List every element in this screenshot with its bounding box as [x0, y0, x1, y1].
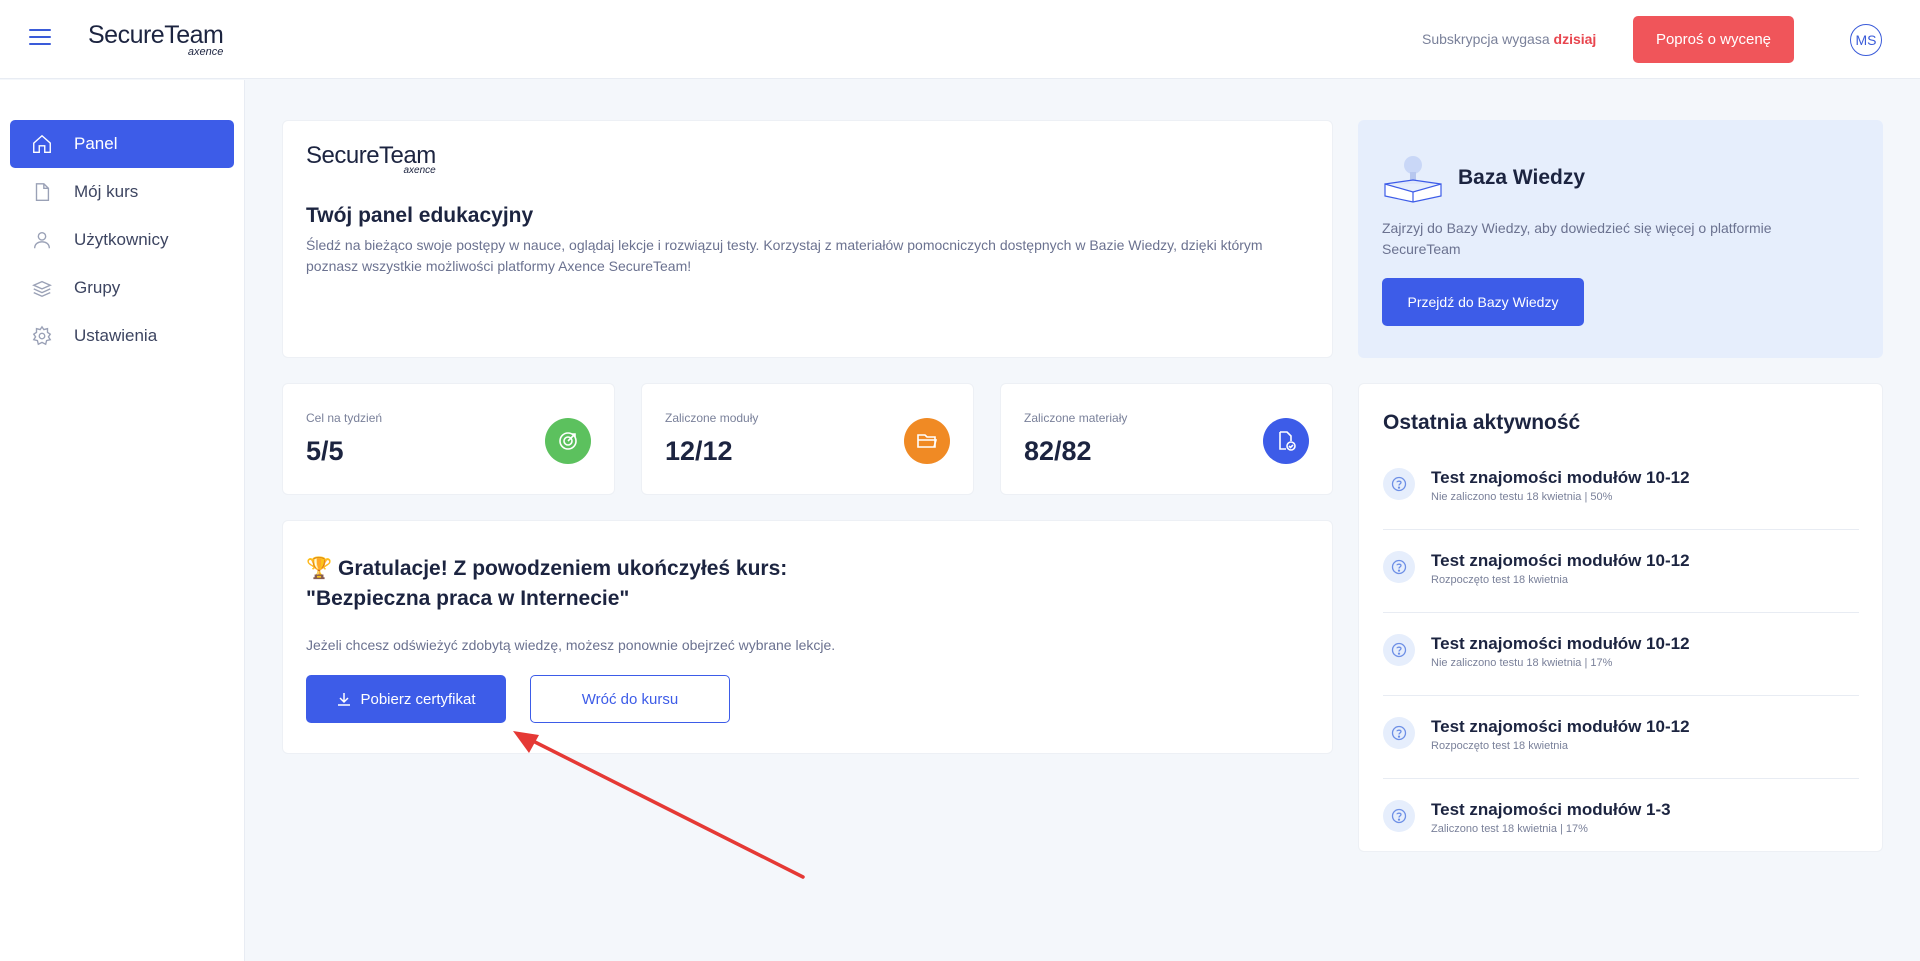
activity-detail: Rozpoczęto test 18 kwietnia — [1431, 740, 1568, 752]
layers-icon — [30, 276, 54, 300]
gear-icon — [30, 324, 54, 348]
stat-card-completed-modules: Zaliczone moduły 12/12 — [641, 383, 974, 495]
welcome-card: SecureTeam axence Twój panel edukacyjny … — [282, 120, 1333, 358]
welcome-logo: SecureTeam axence — [306, 143, 436, 177]
folder-icon — [904, 418, 950, 464]
stat-label: Zaliczone materiały — [1024, 411, 1128, 425]
list-item[interactable]: Test znajomości modułów 1-3 Zaliczono te… — [1383, 779, 1859, 862]
app-logo[interactable]: SecureTeam axence — [88, 21, 224, 58]
activity-detail: Zaliczono test 18 kwietnia | 17% — [1431, 823, 1588, 835]
go-to-knowledge-base-button[interactable]: Przejdź do Bazy Wiedzy — [1382, 278, 1584, 326]
sidebar-item-label: Grupy — [74, 278, 121, 297]
open-book-icon — [1384, 156, 1442, 203]
logo-sub-text: axence — [187, 46, 224, 58]
document-icon — [30, 180, 54, 204]
list-item[interactable]: Test znajomości modułów 10-12 Rozpoczęto… — [1383, 530, 1859, 613]
question-circle-icon — [1383, 468, 1415, 500]
sidebar-item-users[interactable]: Użytkownicy — [10, 216, 234, 264]
congrats-title-line1: Gratulacje! Z powodzeniem ukończyłeś kur… — [338, 557, 788, 580]
list-item[interactable]: Test znajomości modułów 10-12 Rozpoczęto… — [1383, 696, 1859, 779]
logo-main-text: SecureTeam — [88, 21, 224, 49]
recent-activity-title: Ostatnia aktywność — [1383, 411, 1581, 434]
sidebar-item-groups[interactable]: Grupy — [10, 264, 234, 312]
sidebar-item-label: Ustawienia — [74, 326, 158, 345]
target-icon — [545, 418, 591, 464]
user-icon — [30, 228, 54, 252]
stat-value: 12/12 — [665, 436, 733, 466]
stat-label: Cel na tydzień — [306, 411, 383, 425]
activity-detail: Rozpoczęto test 18 kwietnia — [1431, 574, 1568, 586]
subscription-highlight: dzisiaj — [1553, 31, 1597, 47]
request-quote-button[interactable]: Poproś o wycenę — [1633, 16, 1794, 63]
question-circle-icon — [1383, 551, 1415, 583]
stat-card-completed-materials: Zaliczone materiały 82/82 — [1000, 383, 1333, 495]
knowledge-base-card: Baza Wiedzy Zajrzyj do Bazy Wiedzy, aby … — [1358, 120, 1883, 358]
page-title: Twój panel edukacyjny — [306, 204, 534, 227]
activity-detail: Nie zaliczono testu 18 kwietnia | 17% — [1431, 657, 1613, 669]
sidebar-item-panel[interactable]: Panel — [10, 120, 234, 168]
sidebar-item-settings[interactable]: Ustawienia — [10, 312, 234, 360]
sidebar: Panel Mój kurs Użytkownicy Grupy Ustawie… — [0, 80, 245, 961]
activity-name: Test znajomości modułów 10-12 — [1431, 468, 1690, 487]
congrats-title: 🏆 Gratulacje! Z powodzeniem ukończyłeś k… — [306, 554, 1006, 614]
congrats-course-name: "Bezpieczna praca w Internecie" — [306, 587, 630, 610]
download-certificate-label: Pobierz certyfikat — [360, 690, 476, 708]
recent-activity-card: Ostatnia aktywność Test znajomości moduł… — [1358, 383, 1883, 852]
congrats-description: Jeżeli chcesz odświeżyć zdobytą wiedzę, … — [306, 637, 836, 653]
activity-name: Test znajomości modułów 1-3 — [1431, 800, 1671, 819]
knowledge-base-title: Baza Wiedzy — [1458, 166, 1586, 189]
sidebar-item-label: Panel — [74, 134, 118, 153]
stat-value: 82/82 — [1024, 436, 1092, 466]
top-header: SecureTeam axence Subskrypcja wygasa dzi… — [0, 0, 1920, 79]
file-check-icon — [1263, 418, 1309, 464]
subscription-text: Subskrypcja wygasa — [1422, 31, 1550, 47]
sidebar-item-label: Użytkownicy — [74, 230, 169, 249]
course-completed-card: 🏆 Gratulacje! Z powodzeniem ukończyłeś k… — [282, 520, 1333, 754]
list-item[interactable]: Test znajomości modułów 10-12 Nie zalicz… — [1383, 613, 1859, 696]
activity-name: Test znajomości modułów 10-12 — [1431, 634, 1690, 653]
home-icon — [30, 132, 54, 156]
sidebar-item-label: Mój kurs — [74, 182, 139, 201]
menu-icon[interactable] — [29, 29, 51, 47]
knowledge-base-description: Zajrzyj do Bazy Wiedzy, aby dowiedzieć s… — [1382, 220, 1772, 257]
back-to-course-button[interactable]: Wróć do kursu — [530, 675, 730, 723]
sidebar-item-my-course[interactable]: Mój kurs — [10, 168, 234, 216]
question-circle-icon — [1383, 634, 1415, 666]
question-circle-icon — [1383, 717, 1415, 749]
question-circle-icon — [1383, 800, 1415, 832]
activity-name: Test znajomości modułów 10-12 — [1431, 717, 1690, 736]
stat-card-weekly-goal: Cel na tydzień 5/5 — [282, 383, 615, 495]
subscription-status: Subskrypcja wygasa dzisiaj — [1422, 31, 1596, 47]
list-item[interactable]: Test znajomości modułów 10-12 Nie zalicz… — [1383, 447, 1859, 530]
activity-detail: Nie zaliczono testu 18 kwietnia | 50% — [1431, 491, 1613, 503]
activity-name: Test znajomości modułów 10-12 — [1431, 551, 1690, 570]
logo-sub-text: axence — [403, 165, 436, 176]
download-icon — [338, 693, 351, 706]
trophy-icon: 🏆 — [306, 557, 333, 580]
stat-value: 5/5 — [306, 436, 344, 466]
download-certificate-button[interactable]: Pobierz certyfikat — [306, 675, 506, 723]
avatar[interactable]: MS — [1850, 24, 1882, 56]
welcome-description: Śledź na bieżąco swoje postępy w nauce, … — [306, 237, 1263, 274]
stat-label: Zaliczone moduły — [665, 411, 759, 425]
